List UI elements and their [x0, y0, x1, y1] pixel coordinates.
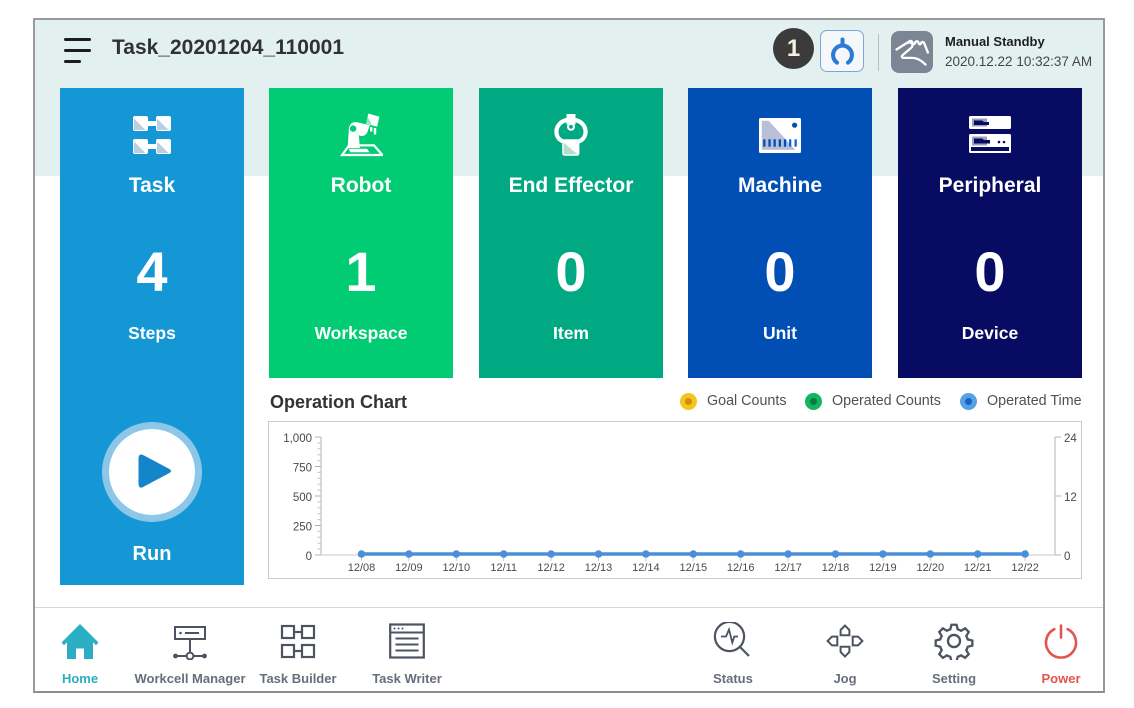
svg-text:12/09: 12/09 — [395, 562, 423, 574]
svg-text:1,000: 1,000 — [283, 433, 312, 445]
svg-text:0: 0 — [1064, 551, 1070, 563]
svg-text:0: 0 — [306, 551, 312, 563]
svg-text:12/22: 12/22 — [1011, 562, 1039, 574]
svg-text:12: 12 — [1064, 492, 1077, 504]
svg-text:12/18: 12/18 — [822, 562, 850, 574]
svg-text:12/08: 12/08 — [348, 562, 376, 574]
svg-text:12/14: 12/14 — [632, 562, 660, 574]
svg-text:12/15: 12/15 — [680, 562, 708, 574]
svg-text:12/13: 12/13 — [585, 562, 613, 574]
svg-text:12/17: 12/17 — [774, 562, 802, 574]
svg-text:12/11: 12/11 — [490, 562, 517, 574]
svg-text:12/12: 12/12 — [537, 562, 565, 574]
svg-text:12/21: 12/21 — [964, 562, 992, 574]
svg-text:250: 250 — [293, 522, 312, 534]
svg-text:750: 750 — [293, 463, 312, 475]
svg-text:24: 24 — [1064, 433, 1077, 445]
svg-text:500: 500 — [293, 492, 312, 504]
svg-text:12/20: 12/20 — [917, 562, 945, 574]
svg-text:12/19: 12/19 — [869, 562, 897, 574]
svg-text:12/16: 12/16 — [727, 562, 755, 574]
svg-text:12/10: 12/10 — [443, 562, 471, 574]
